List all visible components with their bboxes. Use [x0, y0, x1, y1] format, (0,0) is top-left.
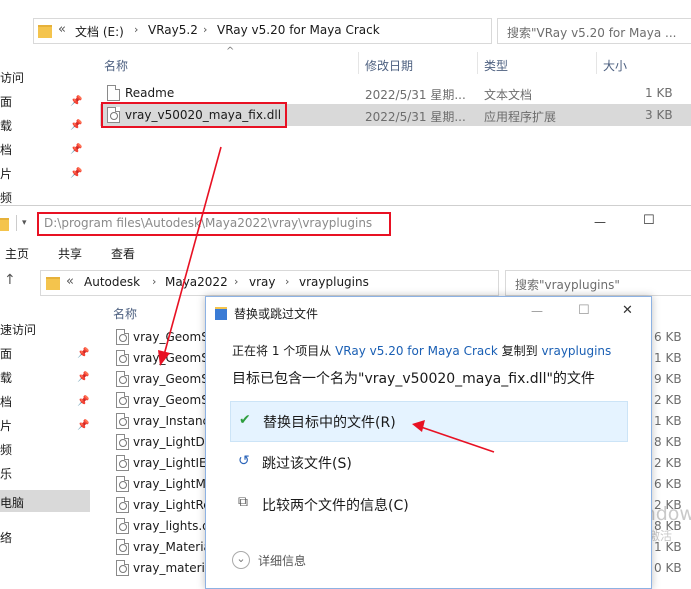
arrow-to-replace-option — [420, 426, 495, 453]
arrow-head — [412, 420, 425, 432]
annotation-arrows — [158, 146, 495, 453]
arrow-dll-to-dialog — [163, 146, 222, 356]
arrow-head — [158, 350, 170, 366]
